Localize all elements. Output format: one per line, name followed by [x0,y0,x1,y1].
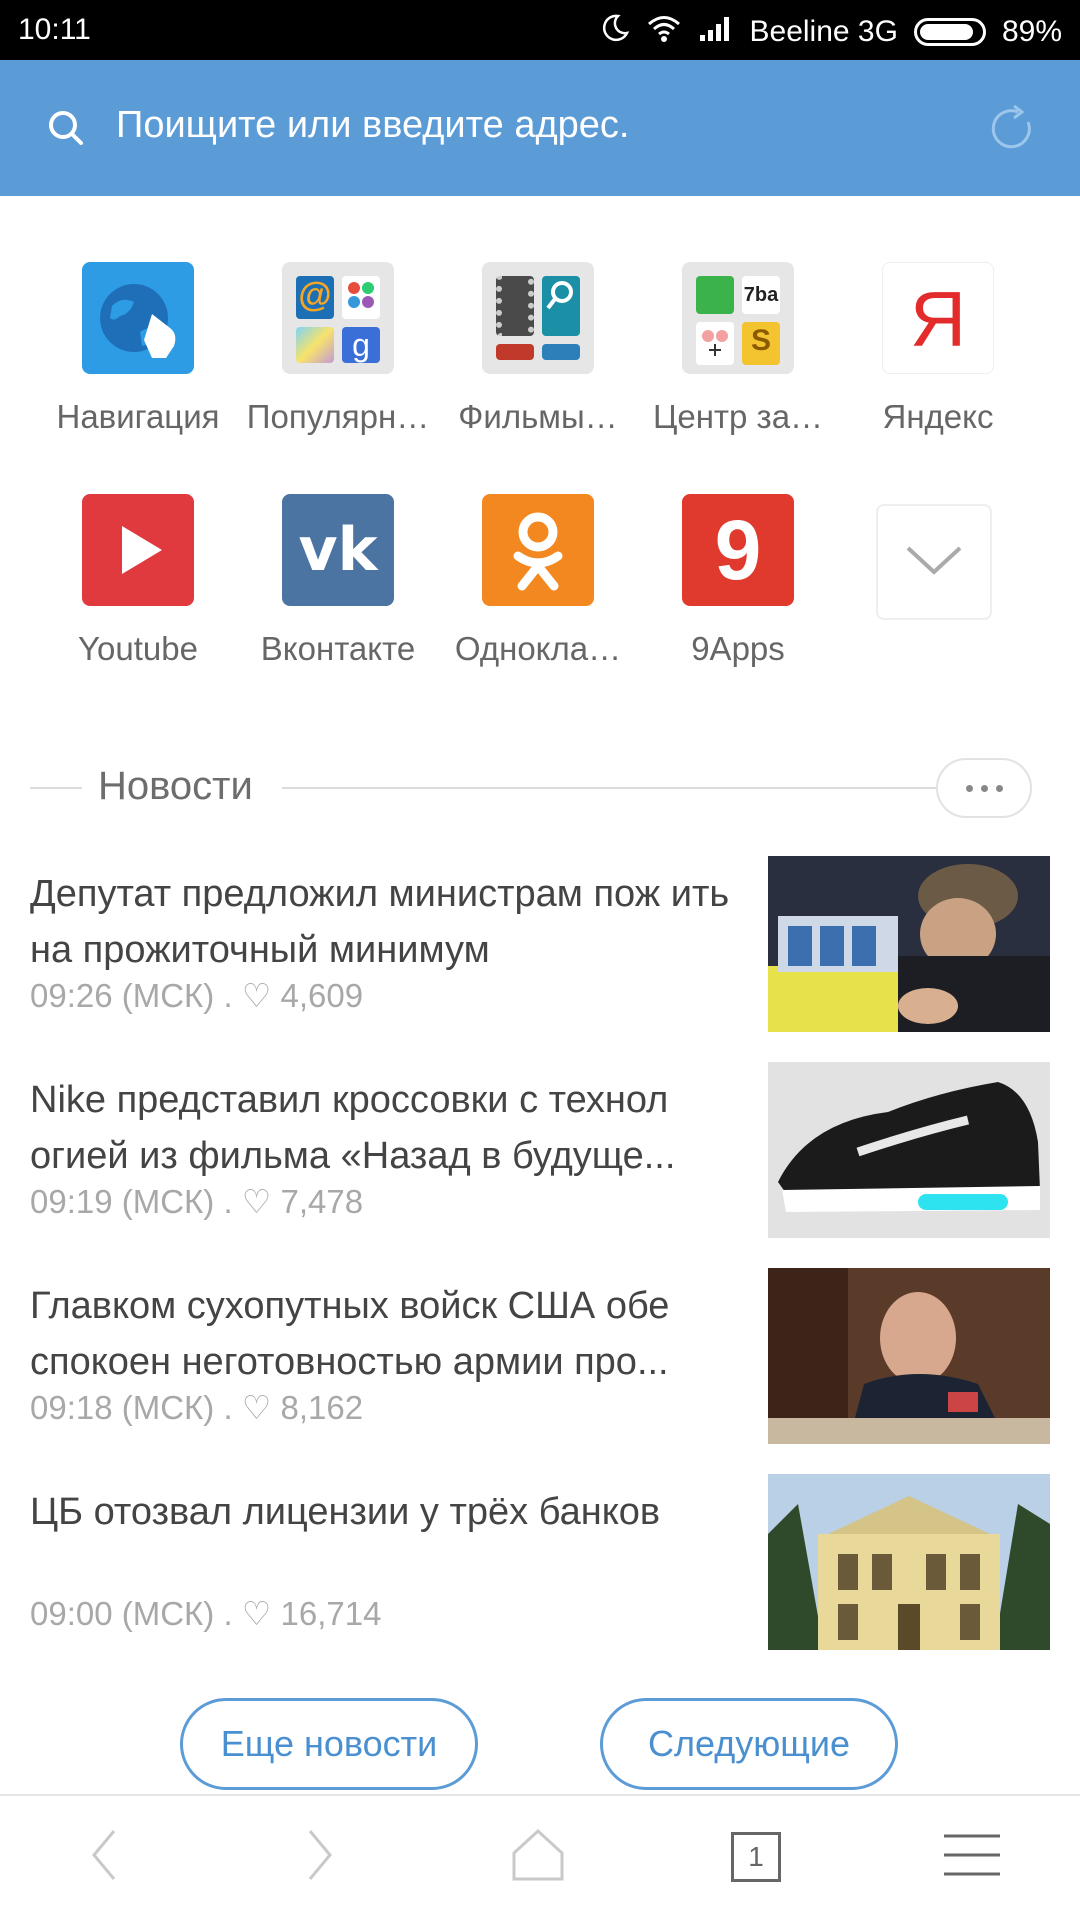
news-meta: 09:00 (МСК) . ♡ 16,714 [30,1595,382,1632]
news-more-button[interactable] [936,758,1032,818]
tile-9apps[interactable]: 9 9Apps [638,494,838,668]
dots-icon [342,276,380,319]
back-icon [84,1825,124,1890]
s-icon: S [742,322,780,365]
tile-label: 9Apps [691,630,785,667]
general-speaking-image [768,1268,1050,1444]
7ba-icon: 7ba [742,276,780,314]
cards-icon [296,327,334,363]
battery-icon [913,18,986,46]
forward-icon [300,1825,340,1890]
tile-label: Вконтакте [260,630,416,667]
next-button[interactable]: Следующие [600,1698,898,1790]
home-icon [508,1825,568,1890]
tile-label: Яндекс [882,398,994,435]
youtube-icon [82,494,194,606]
expand-button[interactable] [876,504,992,620]
forward-button[interactable] [280,1822,360,1892]
movies-folder-icon [482,262,594,374]
tile-label: Навигация [56,398,220,435]
globe-hand-icon [82,262,194,374]
vk-icon: vk [282,494,394,606]
tile-label: Youtube [78,630,198,667]
news-headline: Главком сухопутных войск США обе спокоен… [30,1285,670,1383]
more-news-button[interactable]: Еще новости [180,1698,478,1790]
tile-popular[interactable]: @ g Популярн… [238,262,438,436]
news-header: Новости [30,758,1060,818]
tile-downloads-center[interactable]: 7ba S Центр за… [638,262,838,436]
tile-navigation[interactable]: Навигация [38,262,238,436]
search-icon [46,108,86,153]
news-headline: Nike представил кроссовки с технол огией… [30,1079,676,1177]
carrier-name: Beeline 3G [749,15,898,48]
chevron-down-icon [902,540,966,585]
news-meta: 09:19 (МСК) . ♡ 7,478 [30,1183,364,1220]
back-button[interactable] [64,1822,144,1892]
menu-button[interactable] [932,1822,1012,1892]
tile-youtube[interactable]: Youtube [38,494,238,668]
news-meta: 09:26 (МСК) . ♡ 4,609 [30,977,364,1014]
central-bank-building-image [768,1474,1050,1650]
man-counting-coins-image [768,856,1050,1032]
downloads-folder-icon: 7ba S [682,262,794,374]
dot-icon [965,784,973,792]
hamburger-menu-icon [942,1830,1002,1885]
popular-folder-icon: @ g [282,262,394,374]
9apps-icon: 9 [682,494,794,606]
tab-count: 1 [731,1832,781,1882]
cartoon-icon [542,343,580,360]
divider [282,787,968,789]
tile-yandex[interactable]: Я Яндекс [838,262,1038,436]
green-leaf-icon [696,276,734,314]
tile-odnoklassniki[interactable]: Однокла… [438,494,638,668]
film-strip-icon [496,276,534,336]
news-item[interactable]: Nike представил кроссовки с технол огией… [30,1062,1050,1238]
tile-movies[interactable]: Фильмы… [438,262,638,436]
news-headline: ЦБ отозвал лицензии у трёх банков [30,1491,661,1533]
tv-icon [496,343,534,360]
g-icon: g [342,327,380,363]
bottom-toolbar: 1 [0,1794,1080,1920]
news-meta: 09:18 (МСК) . ♡ 8,162 [30,1389,364,1426]
tile-vkontakte[interactable]: vk Вконтакте [238,494,438,668]
dot-icon [995,784,1003,792]
news-title: Новости [98,764,253,808]
news-headline: Депутат предложил министрам пож ить на п… [30,873,730,971]
signal-icon [698,13,734,51]
home-button[interactable] [498,1822,578,1892]
tabs-button[interactable]: 1 [716,1822,796,1892]
tile-label: Популярн… [246,398,430,435]
angels-icon [696,322,734,365]
tile-label: Однокла… [454,630,622,667]
moon-icon [600,13,630,51]
dot-icon [980,784,988,792]
status-bar: 10:11 Beeline 3G 89% [0,0,1080,60]
black-sneaker-image [768,1062,1050,1238]
yandex-icon: Я [882,262,994,374]
news-item[interactable]: Депутат предложил министрам пож ить на п… [30,856,1050,1032]
refresh-icon[interactable] [984,100,1040,161]
tile-label: Фильмы… [458,398,618,435]
wifi-icon [646,13,682,51]
status-time: 10:11 [18,13,91,46]
odnoklassniki-icon [482,494,594,606]
news-item[interactable]: Главком сухопутных войск США обе спокоен… [30,1268,1050,1444]
battery-percent: 89% [1001,15,1062,48]
search-input[interactable]: Поищите или введите адрес. [116,104,629,147]
tile-label: Центр за… [652,398,824,435]
divider [30,787,82,789]
news-item[interactable]: ЦБ отозвал лицензии у трёх банков 09:00 … [30,1474,1050,1650]
magnifier-icon [542,276,580,336]
mail-icon: @ [296,276,334,319]
search-bar[interactable]: Поищите или введите адрес. [0,60,1080,196]
